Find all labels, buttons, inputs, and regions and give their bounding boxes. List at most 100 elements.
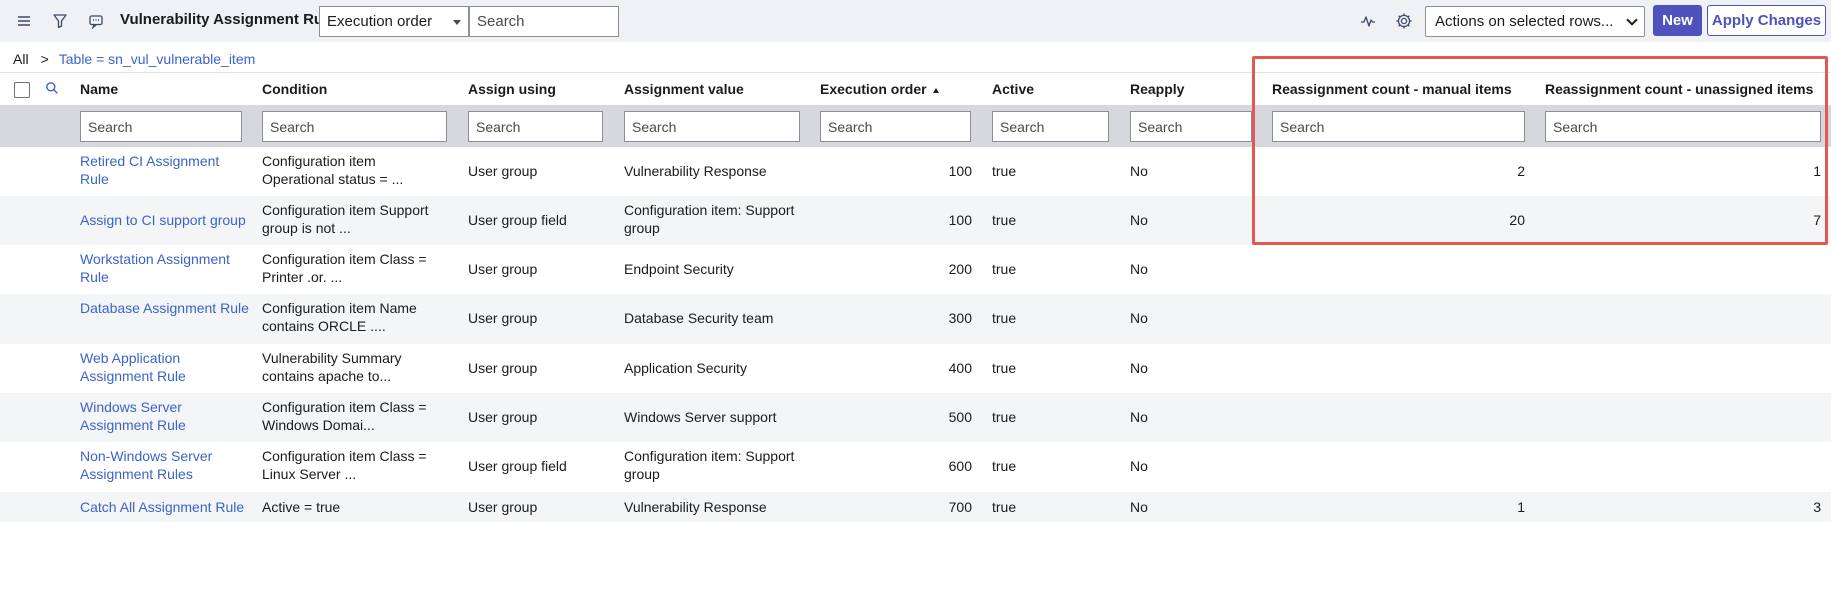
reapply-cell: No xyxy=(1130,310,1148,326)
column-header-reassignment-manual[interactable]: Reassignment count - manual items xyxy=(1272,81,1512,97)
condition-search-input[interactable]: Search xyxy=(262,111,447,142)
rule-name-link[interactable]: Windows Server Assignment Rule xyxy=(80,398,230,434)
condition-cell: Configuration item Support group is not … xyxy=(262,202,429,236)
execution-order-cell: 700 xyxy=(948,499,972,515)
rule-name-link[interactable]: Web Application Assignment Rule xyxy=(80,349,230,385)
apply-changes-button[interactable]: Apply Changes xyxy=(1707,5,1826,36)
list-search-input[interactable]: Search xyxy=(469,6,619,37)
table-row: Catch All Assignment Rule Active = true … xyxy=(0,492,1831,522)
column-header-name[interactable]: Name xyxy=(80,81,118,97)
new-button[interactable]: New xyxy=(1653,5,1702,36)
assign-using-search-input[interactable]: Search xyxy=(468,111,603,142)
assign-using-cell: User group xyxy=(468,163,538,179)
execution-order-cell: 300 xyxy=(948,310,972,326)
rule-name-link[interactable]: Non-Windows Server Assignment Rules xyxy=(80,447,250,483)
execution-order-cell: 400 xyxy=(948,360,972,376)
active-cell: true xyxy=(992,163,1017,179)
hamburger-menu-icon[interactable] xyxy=(14,11,34,31)
assign-using-cell: User group xyxy=(468,499,538,515)
execution-order-search-input[interactable]: Search xyxy=(820,111,971,142)
comment-icon[interactable] xyxy=(86,11,106,31)
reapply-cell: No xyxy=(1130,360,1148,376)
table-row: Non-Windows Server Assignment Rules Conf… xyxy=(0,442,1831,492)
reapply-cell: No xyxy=(1130,458,1148,474)
table-header-row: Name Condition Assign using Assignment v… xyxy=(0,72,1831,105)
execution-order-cell: 500 xyxy=(948,409,972,425)
reassignment-manual-cell: 2 xyxy=(1517,163,1525,179)
search-icon[interactable] xyxy=(45,81,59,98)
actions-on-selected-rows-select[interactable]: Actions on selected rows... xyxy=(1425,6,1645,37)
breadcrumb-separator: > xyxy=(40,51,49,67)
table-row: Retired CI Assignment Rule Configuration… xyxy=(0,147,1831,196)
actions-select-value: Actions on selected rows... xyxy=(1435,13,1614,30)
execution-order-cell: 100 xyxy=(948,212,972,228)
execution-order-cell: 200 xyxy=(948,261,972,277)
condition-cell: Vulnerability Summary contains apache to… xyxy=(262,350,402,384)
breadcrumb: All > Table = sn_vul_vulnerable_item xyxy=(13,51,255,67)
table-row: Web Application Assignment Rule Vulnerab… xyxy=(0,344,1831,393)
group-by-select[interactable]: Execution order xyxy=(319,6,469,37)
assign-using-cell: User group field xyxy=(468,458,567,474)
condition-cell: Configuration item Class = Linux Server … xyxy=(262,448,427,482)
active-search-input[interactable]: Search xyxy=(992,111,1109,142)
assignment-value-cell: Application Security xyxy=(624,360,747,376)
reassignment-manual-cell: 1 xyxy=(1517,499,1525,515)
rule-name-link[interactable]: Retired CI Assignment Rule xyxy=(80,152,250,188)
reassignment-manual-cell: 20 xyxy=(1509,212,1525,228)
reapply-cell: No xyxy=(1130,261,1148,277)
column-header-reapply[interactable]: Reapply xyxy=(1130,81,1184,97)
group-by-value: Execution order xyxy=(327,13,433,30)
execution-order-cell: 100 xyxy=(948,163,972,179)
rule-name-link[interactable]: Workstation Assignment Rule xyxy=(80,250,250,286)
activity-pulse-icon[interactable] xyxy=(1358,11,1378,31)
sort-ascending-icon xyxy=(932,87,939,93)
assignment-value-cell: Configuration item: Support group xyxy=(624,448,795,482)
assignment-value-search-input[interactable]: Search xyxy=(624,111,800,142)
condition-cell: Configuration item Name contains ORCLE .… xyxy=(262,300,417,334)
list-header-bar: Vulnerability Assignment Rules Execution… xyxy=(0,0,1831,42)
condition-cell: Configuration item Class = Windows Domai… xyxy=(262,399,427,433)
rule-name-link[interactable]: Database Assignment Rule xyxy=(80,299,250,317)
filter-icon[interactable] xyxy=(50,11,70,31)
reapply-cell: No xyxy=(1130,499,1148,515)
active-cell: true xyxy=(992,310,1017,326)
breadcrumb-all[interactable]: All xyxy=(13,51,29,67)
select-all-checkbox[interactable] xyxy=(14,82,30,98)
active-cell: true xyxy=(992,409,1017,425)
reassignment-unassigned-cell: 3 xyxy=(1813,499,1821,515)
reassignment-unassigned-search-input[interactable]: Search xyxy=(1545,111,1821,142)
name-search-input[interactable]: Search xyxy=(80,111,242,142)
table-row: Database Assignment Rule Configuration i… xyxy=(0,294,1831,344)
assignment-value-cell: Configuration item: Support group xyxy=(624,202,795,236)
active-cell: true xyxy=(992,458,1017,474)
column-header-reassignment-unassigned[interactable]: Reassignment count - unassigned items xyxy=(1545,81,1813,97)
rule-name-link[interactable]: Assign to CI support group xyxy=(80,211,260,229)
breadcrumb-filter-link[interactable]: Table = sn_vul_vulnerable_item xyxy=(59,51,256,67)
reapply-cell: No xyxy=(1130,212,1148,228)
column-header-assignment-value[interactable]: Assignment value xyxy=(624,81,744,97)
assignment-value-cell: Vulnerability Response xyxy=(624,163,767,179)
column-search-row: Search Search Search Search Search Searc… xyxy=(0,105,1831,147)
active-cell: true xyxy=(992,360,1017,376)
active-cell: true xyxy=(992,499,1017,515)
rule-name-link[interactable]: Catch All Assignment Rule xyxy=(80,498,260,516)
assignment-value-cell: Windows Server support xyxy=(624,409,777,425)
assign-using-cell: User group xyxy=(468,409,538,425)
table-row: Workstation Assignment Rule Configuratio… xyxy=(0,245,1831,294)
assignment-value-cell: Vulnerability Response xyxy=(624,499,767,515)
page-title: Vulnerability Assignment Rules xyxy=(120,11,344,28)
reapply-cell: No xyxy=(1130,409,1148,425)
reassignment-manual-search-input[interactable]: Search xyxy=(1272,111,1525,142)
reapply-search-input[interactable]: Search xyxy=(1130,111,1252,142)
active-cell: true xyxy=(992,261,1017,277)
column-header-assign-using[interactable]: Assign using xyxy=(468,81,556,97)
column-header-active[interactable]: Active xyxy=(992,81,1034,97)
table-row: Assign to CI support group Configuration… xyxy=(0,196,1831,245)
column-header-execution-order[interactable]: Execution order xyxy=(820,81,939,97)
column-header-condition[interactable]: Condition xyxy=(262,81,327,97)
execution-order-cell: 600 xyxy=(948,458,972,474)
reassignment-unassigned-cell: 1 xyxy=(1813,163,1821,179)
active-cell: true xyxy=(992,212,1017,228)
gear-icon[interactable] xyxy=(1394,11,1414,31)
assignment-value-cell: Endpoint Security xyxy=(624,261,734,277)
